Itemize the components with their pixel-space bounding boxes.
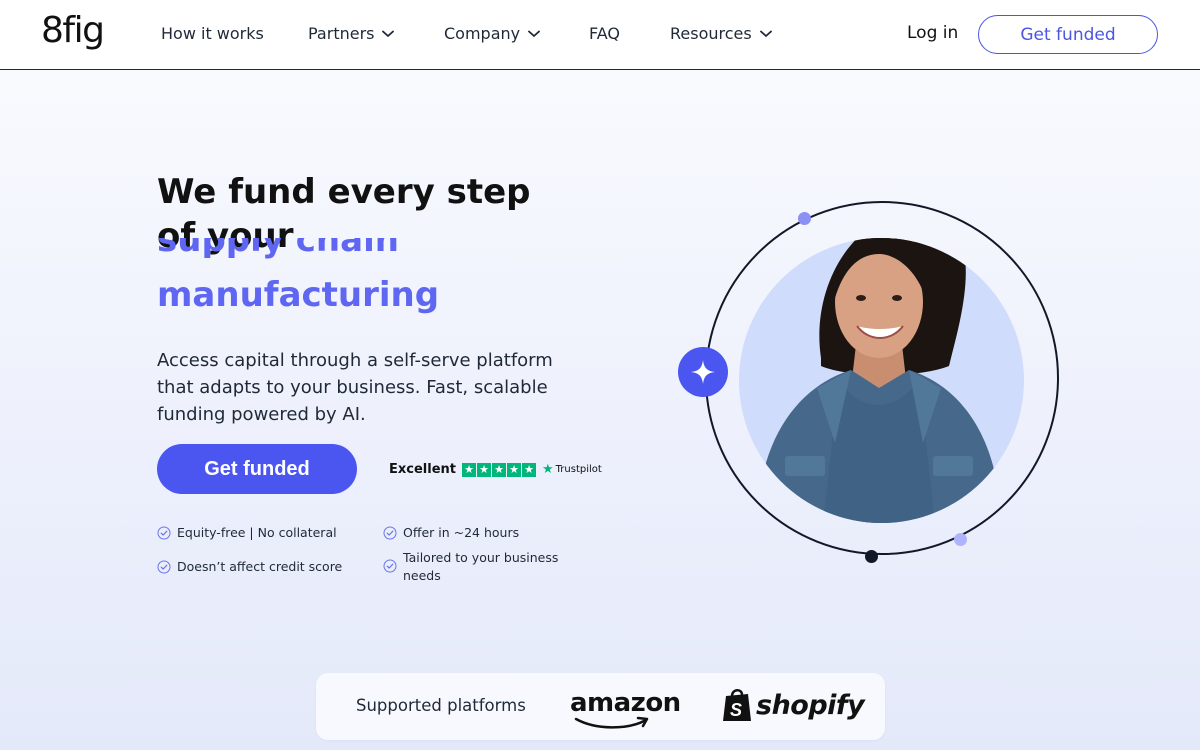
- login-link[interactable]: Log in: [907, 23, 958, 43]
- orbit-dot: [865, 550, 878, 563]
- check-circle-icon: [383, 559, 397, 573]
- nav-partners[interactable]: Partners: [308, 24, 395, 43]
- orbit-dot: [798, 212, 811, 225]
- nav-partners-label: Partners: [308, 24, 375, 43]
- star-icon: ★: [492, 462, 506, 477]
- chevron-down-icon: [382, 30, 395, 37]
- amazon-smile-icon: [574, 716, 649, 729]
- shopify-bag-icon: S: [723, 689, 751, 721]
- woman-portrait-image: [757, 238, 1001, 523]
- supported-platforms-label: Supported platforms: [356, 696, 526, 715]
- site-header: 8fig How it works Partners Company FAQ R…: [0, 0, 1200, 70]
- nav-resources-label: Resources: [670, 24, 752, 43]
- nav-company[interactable]: Company: [444, 24, 541, 43]
- rating-label: Excellent: [389, 462, 456, 477]
- feature-label: Equity-free | No collateral: [177, 525, 337, 540]
- header-get-funded-button[interactable]: Get funded: [978, 15, 1158, 54]
- supported-platforms-bar: Supported platforms amazon S shopify: [316, 673, 885, 740]
- feature-label: Doesn’t affect credit score: [177, 559, 343, 574]
- rotating-word-previous: supply chain: [157, 238, 399, 260]
- feature-item: Equity-free | No collateral: [157, 524, 337, 542]
- nav-faq[interactable]: FAQ: [589, 24, 620, 43]
- svg-text:S: S: [730, 700, 742, 720]
- orbit-dot: [954, 533, 967, 546]
- sparkle-icon: [691, 360, 715, 384]
- nav-how-it-works[interactable]: How it works: [161, 24, 264, 43]
- hero-rotating-text: supply chain manufacturing: [157, 238, 597, 318]
- logo[interactable]: 8fig: [41, 10, 105, 51]
- nav-resources[interactable]: Resources: [670, 24, 772, 43]
- feature-label: Tailored to your business needs: [403, 550, 559, 583]
- check-circle-icon: [383, 526, 397, 540]
- feature-label: Offer in ~24 hours: [403, 525, 520, 540]
- check-circle-icon: [157, 560, 171, 574]
- rating-stars: ★ ★ ★ ★ ★: [462, 462, 536, 477]
- check-circle-icon: [157, 526, 171, 540]
- trustpilot-wordmark: Trustpilot: [555, 464, 602, 475]
- rotating-word-current: manufacturing: [157, 275, 440, 315]
- nav-company-label: Company: [444, 24, 521, 43]
- feature-item: Offer in ~24 hours: [383, 524, 583, 542]
- feature-item: Doesn’t affect credit score: [157, 558, 342, 576]
- nav-faq-label: FAQ: [589, 24, 620, 43]
- amazon-logo: amazon: [570, 688, 681, 718]
- feature-item: Tailored to your business needs: [383, 549, 568, 585]
- star-icon: ★: [477, 462, 491, 477]
- trustpilot-star-icon: ★: [542, 462, 554, 477]
- sparkle-icon-badge: [678, 347, 728, 397]
- nav-how-it-works-label: How it works: [161, 24, 264, 43]
- portrait-photo: [739, 238, 1024, 523]
- hero-get-funded-button[interactable]: Get funded: [157, 444, 357, 494]
- hero-subtitle: Access capital through a self-serve plat…: [157, 350, 553, 425]
- star-icon: ★: [462, 462, 476, 477]
- star-icon: ★: [522, 462, 536, 477]
- shopify-wordmark: shopify: [756, 689, 865, 721]
- shopify-logo: S shopify: [722, 687, 865, 723]
- trustpilot-rating[interactable]: Excellent ★ ★ ★ ★ ★ ★ Trustpilot: [389, 462, 602, 477]
- chevron-down-icon: [759, 30, 772, 37]
- chevron-down-icon: [528, 30, 541, 37]
- star-icon: ★: [507, 462, 521, 477]
- trustpilot-logo: ★ Trustpilot: [542, 462, 602, 477]
